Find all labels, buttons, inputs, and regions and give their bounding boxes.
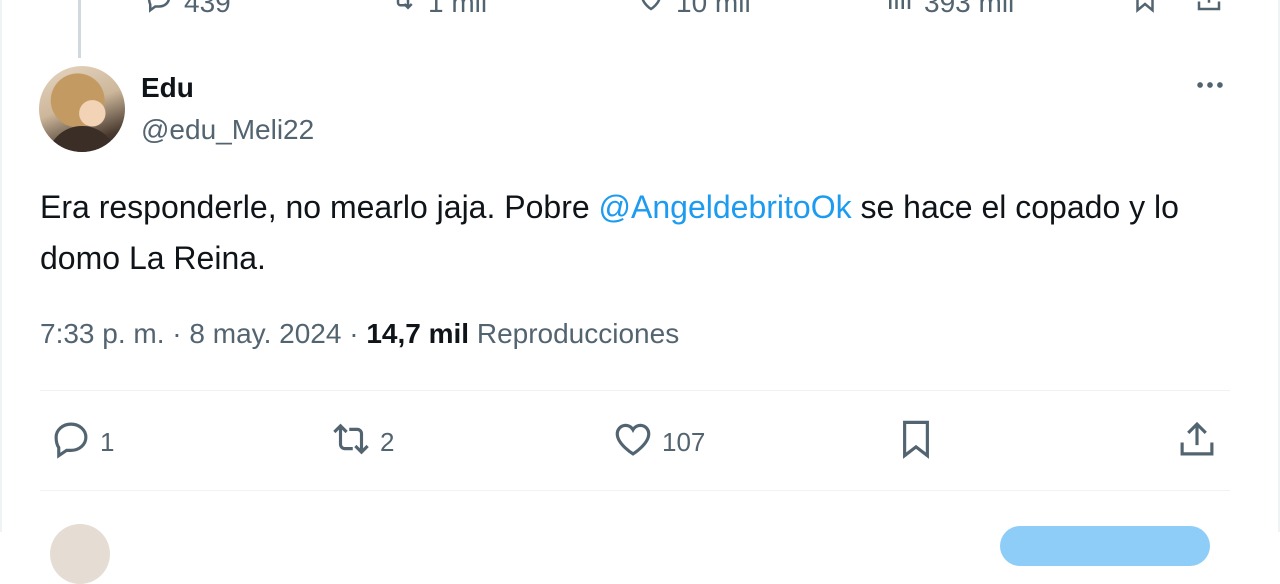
- retweet-count: 2: [380, 426, 395, 457]
- bookmark-icon: [1130, 0, 1160, 21]
- reply-icon: [144, 0, 174, 21]
- share-icon: [1194, 0, 1224, 21]
- avatar[interactable]: [39, 66, 125, 152]
- more-options-button[interactable]: [1190, 72, 1230, 102]
- retweet-button[interactable]: 2: [330, 418, 394, 466]
- views-count: 14,7 mil: [366, 318, 470, 349]
- prev-reply-count: 439: [184, 0, 231, 18]
- prev-like-button[interactable]: 10 mil: [636, 0, 751, 21]
- reply-icon: [50, 418, 92, 467]
- more-icon: [1193, 68, 1227, 107]
- prev-views-count: 393 mil: [924, 0, 1015, 18]
- tweet-text-start: Era responderle, no mearlo jaja. Pobre: [40, 189, 599, 225]
- meta-separator: ·: [172, 318, 182, 349]
- previous-tweet-actions: 439 1 mil 10 mil 393 mil: [0, 0, 1280, 18]
- bookmark-icon: [895, 418, 937, 467]
- reply-button[interactable]: 1: [50, 418, 114, 466]
- tweet-date[interactable]: 8 may. 2024: [189, 318, 341, 349]
- views-label: Reproducciones: [476, 318, 680, 349]
- views-icon: [884, 0, 914, 21]
- like-button[interactable]: 107: [612, 418, 705, 466]
- retweet-icon: [330, 418, 372, 467]
- meta-separator: ·: [349, 318, 359, 349]
- reply-count: 1: [100, 426, 115, 457]
- retweet-icon: [388, 0, 418, 21]
- author-handle[interactable]: @edu_Meli22: [141, 114, 314, 146]
- thread-connector-line: [78, 0, 81, 58]
- tweet-actions: 1 2 107: [0, 418, 1280, 466]
- prev-views-button[interactable]: 393 mil: [884, 0, 1014, 21]
- prev-retweet-button[interactable]: 1 mil: [388, 0, 487, 21]
- divider: [40, 390, 1230, 391]
- tweet-text: Era responderle, no mearlo jaja. Pobre @…: [40, 182, 1220, 284]
- prev-share-button[interactable]: [1194, 0, 1224, 21]
- mention-link[interactable]: @AngeldebritoOk: [599, 189, 852, 225]
- like-icon: [612, 418, 654, 467]
- prev-like-count: 10 mil: [676, 0, 751, 18]
- divider: [40, 490, 1230, 491]
- like-icon: [636, 0, 666, 21]
- prev-bookmark-button[interactable]: [1130, 0, 1160, 21]
- prev-retweet-count: 1 mil: [428, 0, 488, 18]
- reply-composer-avatar: [50, 524, 110, 584]
- tweet-time[interactable]: 7:33 p. m.: [40, 318, 165, 349]
- reply-submit-button[interactable]: [1000, 526, 1210, 566]
- share-icon: [1176, 418, 1218, 467]
- like-count: 107: [662, 426, 706, 457]
- author-name[interactable]: Edu: [141, 72, 194, 104]
- prev-reply-button[interactable]: 439: [144, 0, 231, 21]
- bookmark-button[interactable]: [895, 418, 937, 466]
- share-button[interactable]: [1176, 418, 1218, 466]
- tweet-meta: 7:33 p. m. · 8 may. 2024 · 14,7 mil Repr…: [40, 318, 679, 350]
